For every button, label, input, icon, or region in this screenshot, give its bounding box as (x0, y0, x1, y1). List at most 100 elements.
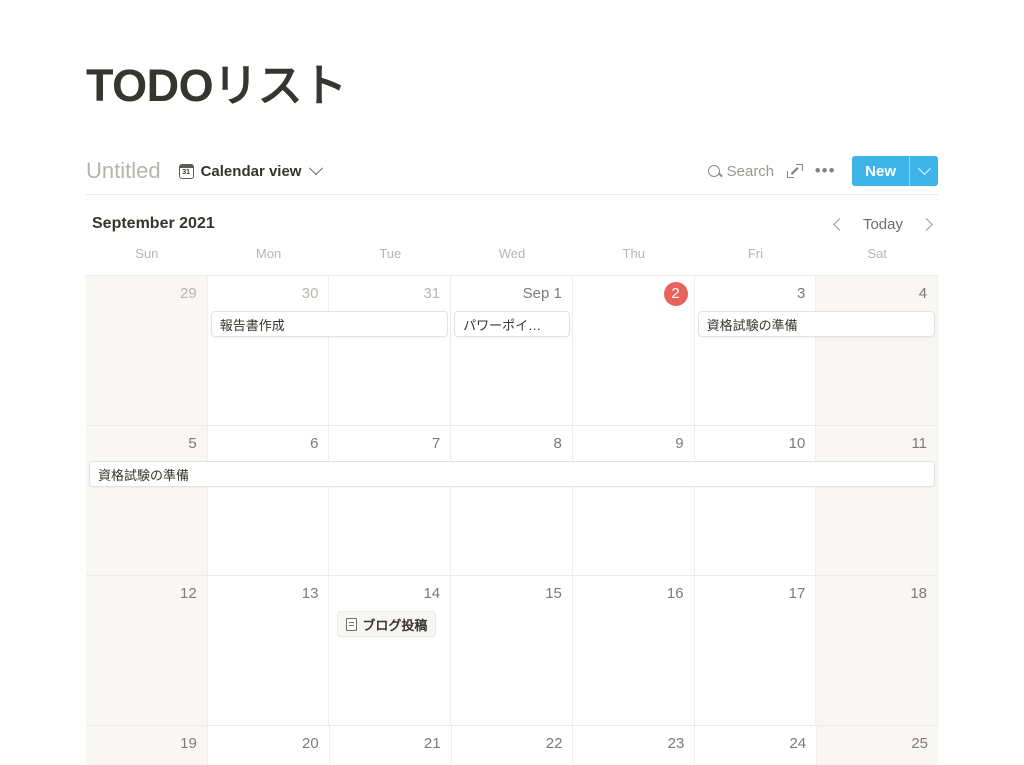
new-button-group[interactable]: New (852, 156, 938, 186)
day-number: 11 (911, 435, 928, 452)
calendar-day-cell[interactable]: 16 (572, 576, 695, 725)
day-number: 7 (431, 435, 441, 452)
calendar-day-cell[interactable]: 4 (816, 276, 938, 425)
calendar-day-cell[interactable]: 8 (451, 426, 573, 575)
day-number: 4 (918, 285, 928, 302)
calendar-event[interactable]: 資格試験の準備 (89, 461, 935, 487)
calendar-day-cell[interactable]: 18 (816, 576, 938, 725)
new-button-label: New (865, 162, 896, 180)
day-number: 25 (911, 735, 929, 752)
day-number: Sep 1 (522, 285, 562, 302)
calendar-day-cell[interactable]: 11 (816, 426, 938, 575)
calendar-event[interactable]: ブログ投稿 (337, 611, 437, 637)
calendar-day-cell[interactable]: 2 (572, 276, 695, 425)
calendar-day-cell[interactable]: 20 (207, 726, 330, 765)
next-month-button[interactable] (914, 212, 938, 236)
calendar-day-cell[interactable]: 15 (451, 576, 573, 725)
calendar-day-cell[interactable]: 23 (573, 726, 696, 765)
day-number: 21 (423, 735, 441, 752)
day-number: 10 (788, 435, 806, 452)
day-number: 23 (667, 735, 685, 752)
calendar-event-title: 資格試験の準備 (706, 317, 798, 333)
new-button[interactable]: New (852, 156, 909, 186)
day-number: 18 (910, 585, 928, 602)
expand-button[interactable] (780, 157, 810, 185)
tab-calendar-view[interactable]: 31 Calendar view (175, 161, 326, 182)
weekday-header-row: Sun Mon Tue Wed Thu Fri Sat (86, 246, 938, 272)
day-number: 16 (666, 585, 684, 602)
calendar-event[interactable]: パワーポイ… (454, 311, 570, 337)
weekday-label-wed: Wed (498, 246, 526, 261)
day-number: 6 (310, 435, 319, 452)
search-button[interactable]: Search (702, 159, 781, 184)
day-number: 8 (553, 435, 562, 452)
day-number: 14 (423, 585, 441, 602)
calendar-day-cell[interactable]: 21 (329, 726, 452, 765)
chevron-down-icon (309, 161, 324, 176)
calendar-day-cell[interactable]: 3 (694, 276, 817, 425)
calendar-day-cell[interactable]: 19 (86, 726, 208, 765)
calendar-31-icon: 31 (178, 163, 194, 179)
calendar-header: September 2021 Today (86, 208, 938, 240)
calendar-week-row: 12 13 14 15 16 17 18 ブログ投稿 (86, 576, 938, 726)
calendar-day-cell[interactable]: 9 (572, 426, 695, 575)
calendar-day-cell[interactable]: Sep 1 (451, 276, 573, 425)
day-number: 22 (545, 735, 563, 752)
calendar-day-cell[interactable]: 31 (329, 276, 452, 425)
more-options-button[interactable]: ••• (810, 157, 840, 185)
view-toolbar: Untitled 31 Calendar view Search ••• New (86, 152, 938, 190)
today-button[interactable]: Today (856, 213, 910, 236)
calendar-event-title: ブログ投稿 (362, 617, 428, 633)
calendar-week-row: 19 20 21 22 23 24 25 (86, 726, 938, 765)
day-number: 19 (180, 735, 197, 752)
calendar-day-cell[interactable]: 29 (86, 276, 208, 425)
weekday-label-thu: Thu (622, 246, 645, 261)
page-title: TODOリスト (86, 60, 347, 111)
calendar-event-title: 報告書作成 (219, 317, 285, 333)
calendar-day-cell[interactable]: 6 (207, 426, 330, 575)
day-number: 29 (180, 285, 197, 302)
view-tab-label: Calendar view (200, 162, 302, 180)
calendar-event[interactable]: 報告書作成 (210, 311, 449, 337)
day-number: 13 (301, 585, 319, 602)
day-number: 24 (789, 735, 807, 752)
calendar-day-cell[interactable]: 10 (694, 426, 817, 575)
calendar-page: TODOリスト Untitled 31 Calendar view Search (0, 0, 1024, 765)
calendar-day-cell[interactable]: 24 (695, 726, 818, 765)
chevron-left-icon (833, 217, 847, 231)
weekday-label-mon: Mon (255, 246, 282, 261)
calendar-day-cell[interactable]: 7 (329, 426, 452, 575)
previous-month-button[interactable] (828, 212, 852, 236)
month-label: September 2021 (92, 215, 215, 232)
search-icon (707, 165, 720, 177)
calendar-day-cell[interactable]: 14 (329, 576, 452, 725)
new-button-dropdown[interactable] (909, 156, 938, 186)
calendar-event[interactable]: 資格試験の準備 (697, 311, 935, 337)
day-number: 15 (545, 585, 562, 602)
day-number: 31 (423, 285, 441, 302)
calendar-day-cell[interactable]: 25 (817, 726, 938, 765)
calendar-day-cell[interactable]: 13 (207, 576, 330, 725)
today-date-badge: 2 (663, 282, 688, 306)
day-number: 9 (675, 435, 684, 452)
toolbar-divider (86, 194, 938, 195)
expand-diagonal-icon (787, 164, 804, 178)
calendar-navigation: Today (828, 212, 938, 236)
weekday-label-fri: Fri (747, 246, 764, 261)
toolbar-actions: Search ••• New (702, 156, 938, 186)
day-number: 30 (301, 285, 319, 302)
chevron-down-icon (917, 161, 931, 175)
calendar-event-title: パワーポイ… (463, 317, 542, 333)
calendar-day-cell[interactable]: 30 (207, 276, 330, 425)
database-title[interactable]: Untitled (86, 157, 161, 185)
more-horizontal-icon: ••• (814, 161, 836, 180)
calendar-event-title: 資格試験の準備 (98, 467, 190, 483)
calendar-day-cell[interactable]: 17 (694, 576, 817, 725)
weekday-label-tue: Tue (379, 246, 402, 261)
calendar-day-cell[interactable]: 22 (451, 726, 574, 765)
calendar-icon-day: 31 (182, 168, 190, 176)
calendar-day-cell[interactable]: 12 (86, 576, 208, 725)
calendar-day-cell[interactable]: 5 (86, 426, 208, 575)
weekday-label-sun: Sun (135, 246, 159, 261)
day-number: 5 (188, 435, 197, 452)
